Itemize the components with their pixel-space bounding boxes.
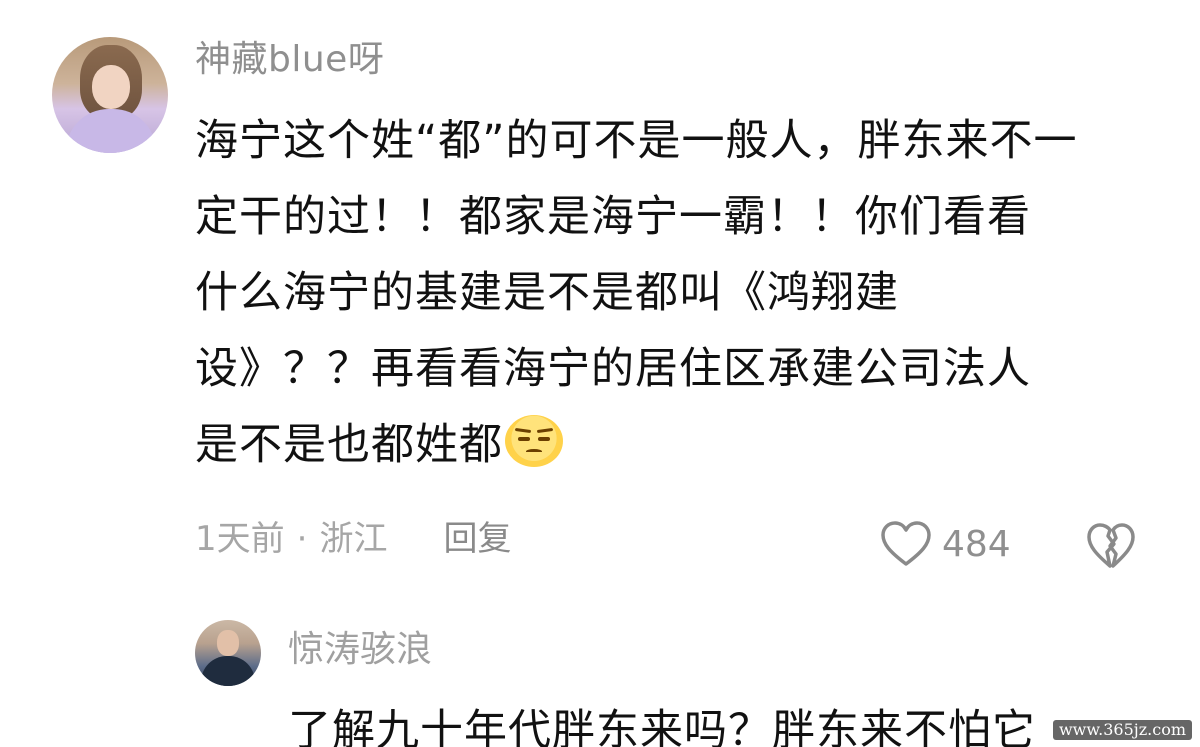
reply-avatar[interactable] xyxy=(195,620,261,686)
smirk-face-emoji xyxy=(505,415,563,467)
broken-heart-icon xyxy=(1087,523,1135,568)
comment-line: 定干的过！！都家是海宁一霸！！你们看看 xyxy=(195,192,1031,242)
meta-separator: · xyxy=(296,519,308,559)
comment-line: 海宁这个姓“都”的可不是一般人，胖东来不一 xyxy=(195,116,1078,166)
comment-username[interactable]: 神藏blue呀 xyxy=(195,42,384,78)
like-count: 484 xyxy=(942,523,1011,565)
avatar-face xyxy=(217,630,239,656)
like-button[interactable]: 484 xyxy=(880,520,1011,568)
watermark: www.365jz.com xyxy=(1052,720,1192,740)
comment-line-last: 是不是也都姓都 xyxy=(195,407,1135,483)
avatar[interactable] xyxy=(52,37,168,153)
heart-outline-icon xyxy=(881,521,931,566)
comment-thread: 神藏blue呀 海宁这个姓“都”的可不是一般人，胖东来不一 定干的过！！都家是海… xyxy=(0,0,1200,747)
reply-button[interactable]: 回复 xyxy=(443,522,511,556)
reply-body: 了解九十年代胖东来吗？胖东来不怕它 xyxy=(288,706,1036,747)
avatar-body xyxy=(66,109,156,153)
comment-line-text: 是不是也都姓都 xyxy=(195,420,503,470)
dislike-button[interactable] xyxy=(1086,522,1136,574)
avatar-body xyxy=(201,656,255,686)
reply-username[interactable]: 惊涛骇浪 xyxy=(288,632,432,668)
avatar-face xyxy=(92,65,130,109)
comment-body: 海宁这个姓“都”的可不是一般人，胖东来不一 定干的过！！都家是海宁一霸！！你们看… xyxy=(195,103,1135,483)
reply-item: 惊涛骇浪 了解九十年代胖东来吗？胖东来不怕它 xyxy=(0,610,1200,747)
comment-time: 1天前 xyxy=(195,519,285,559)
comment-item: 神藏blue呀 海宁这个姓“都”的可不是一般人，胖东来不一 定干的过！！都家是海… xyxy=(0,0,1200,600)
comment-location: 浙江 xyxy=(319,519,388,559)
comment-meta: 1天前 · 浙江 回复 xyxy=(195,522,511,556)
comment-line: 什么海宁的基建是不是都叫《鸿翔建 xyxy=(195,268,899,318)
comment-line: 设》？？再看看海宁的居住区承建公司法人 xyxy=(195,344,1031,394)
